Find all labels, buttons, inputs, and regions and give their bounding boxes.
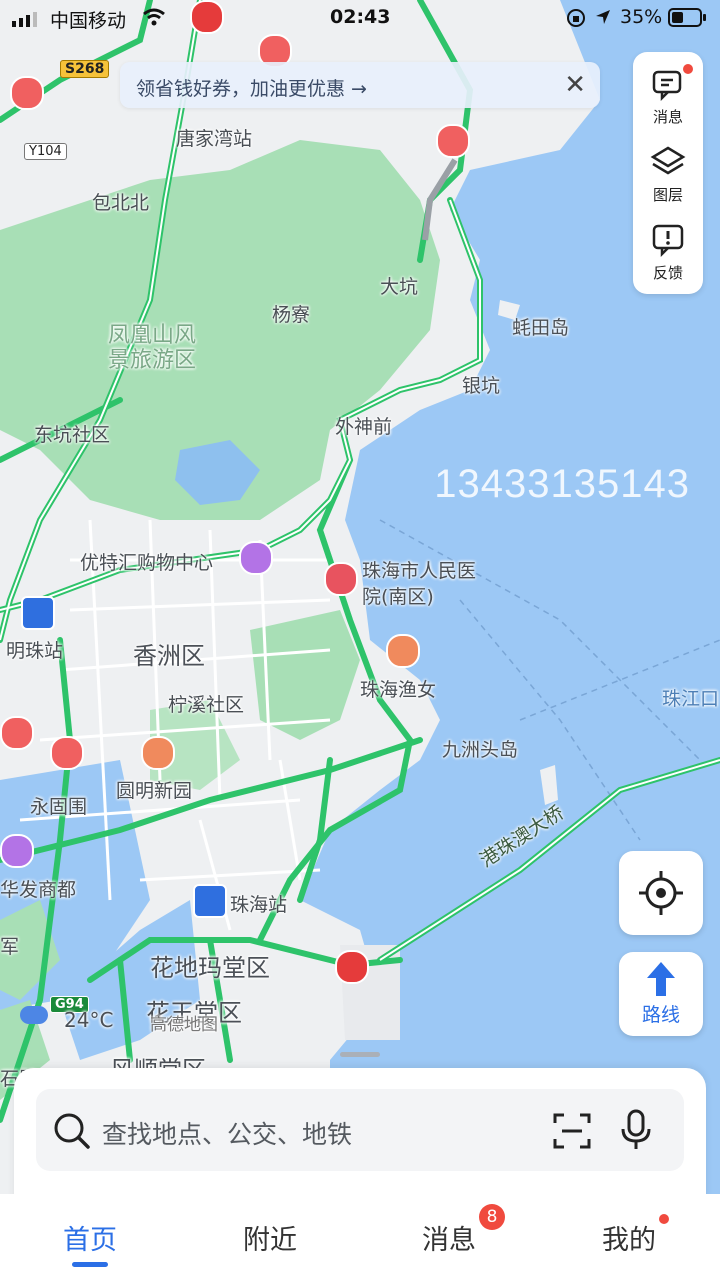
close-icon[interactable]: ✕ — [564, 70, 586, 100]
feedback-button[interactable]: 反馈 — [633, 214, 703, 292]
construction-icon[interactable] — [10, 76, 44, 110]
battery-percent: 35% — [620, 6, 663, 28]
label-jiuzhoutou: 九洲头岛 — [442, 739, 519, 761]
active-tab-indicator — [72, 1262, 108, 1267]
label-yonggu: 永固围 — [30, 796, 88, 818]
label-youtehui[interactable]: 优特汇购物中心 — [80, 548, 213, 575]
station-poi-icon[interactable] — [193, 884, 227, 918]
map-provider-logo: 高德地图 — [150, 1015, 218, 1035]
microphone-icon[interactable] — [618, 1109, 654, 1151]
signal-icon — [12, 10, 40, 32]
drag-handle[interactable] — [340, 1052, 380, 1057]
tab-home[interactable]: 首页 — [63, 1218, 117, 1257]
label-fenghuangshan[interactable]: 凤凰山风 景旅游区 — [108, 323, 196, 373]
messages-count-badge: 8 — [479, 1204, 505, 1230]
construction-icon[interactable] — [0, 716, 34, 750]
label-yangzhai: 杨寮 — [272, 304, 311, 326]
label-mingzhu-station[interactable]: 明珠站 — [6, 636, 63, 663]
label-zhujiangkou: 珠江口 — [662, 688, 720, 710]
battery-icon — [668, 8, 708, 33]
feedback-icon — [652, 224, 684, 258]
route-label: 路线 — [641, 1004, 680, 1026]
label-baobeibei: 包北北 — [92, 192, 150, 214]
search-placeholder: 查找地点、公交、地铁 — [102, 1120, 353, 1149]
messages-button[interactable]: 消息 — [633, 58, 703, 136]
locate-me-button[interactable] — [619, 851, 703, 935]
label-tangjiawan-station[interactable]: 唐家湾站 — [176, 124, 252, 151]
road-closed-icon[interactable] — [335, 950, 369, 984]
scenic-poi-icon[interactable] — [386, 634, 420, 668]
unread-dot — [683, 64, 693, 74]
promo-banner-text[interactable]: 领省钱好券，加油更优惠 → — [136, 74, 367, 101]
label-xiangzhou: 香洲区 — [133, 642, 205, 670]
crosshair-icon — [639, 871, 683, 915]
weather-temp[interactable]: 24°C — [64, 1008, 113, 1032]
route-button[interactable]: 路线 — [619, 952, 703, 1036]
label-dakeng: 大坑 — [380, 276, 419, 298]
label-yinkeng: 银坑 — [462, 375, 501, 397]
label-hospital[interactable]: 珠海市人民医 院(南区) — [362, 558, 476, 610]
feedback-label: 反馈 — [652, 264, 683, 282]
label-yuanming[interactable]: 圆明新园 — [116, 776, 192, 803]
hospital-poi-icon[interactable] — [324, 562, 358, 596]
tab-nearby[interactable]: 附近 — [243, 1218, 297, 1257]
label-huafa[interactable]: 华发商都 — [0, 875, 76, 902]
me-notification-dot — [659, 1214, 669, 1224]
construction-icon[interactable] — [436, 124, 470, 158]
road-badge-s268: S268 — [60, 60, 110, 78]
promo-banner[interactable]: 领省钱好券，加油更优惠 → ✕ — [120, 62, 600, 108]
shopping-poi-icon[interactable] — [239, 541, 273, 575]
rotation-lock-icon — [566, 8, 586, 33]
layers-button[interactable]: 图层 — [633, 136, 703, 214]
search-icon — [54, 1113, 90, 1149]
label-waishenqian: 外神前 — [335, 416, 393, 438]
tab-messages[interactable]: 消息 — [422, 1218, 476, 1257]
watermark-phone: 13433135143 — [434, 462, 690, 506]
construction-icon[interactable] — [50, 736, 84, 770]
bottom-tab-bar: 首页 附近 消息 我的 — [0, 1194, 720, 1280]
cloud-icon — [20, 1006, 48, 1024]
messages-label: 消息 — [652, 108, 683, 126]
label-ningxi: 柠溪社区 — [168, 694, 245, 716]
layers-icon — [650, 146, 686, 175]
road-badge-y104: Y104 — [24, 143, 67, 160]
label-zhuhai-station[interactable]: 珠海站 — [230, 890, 287, 917]
label-qitiandao: 蚝田岛 — [512, 317, 570, 339]
label-jun: 军 — [0, 936, 20, 958]
carrier-name: 中国移动 — [50, 10, 127, 32]
scan-icon[interactable] — [552, 1111, 592, 1151]
label-huadi-matang: 花地玛堂区 — [150, 954, 270, 982]
park-poi-icon[interactable] — [141, 736, 175, 770]
label-dongkeng: 东坑社区 — [34, 424, 111, 446]
location-arrow-icon — [594, 8, 612, 31]
search-input[interactable]: 查找地点、公交、地铁 — [36, 1089, 684, 1171]
route-arrow-icon — [647, 962, 675, 996]
label-zhuhai-yunv[interactable]: 珠海渔女 — [360, 675, 436, 702]
status-bar: 中国移动 02:43 35% — [0, 0, 720, 36]
layers-label: 图层 — [652, 186, 683, 204]
message-icon — [652, 70, 682, 102]
wifi-icon — [142, 8, 166, 31]
map-tools-panel: 消息 图层 反馈 — [633, 52, 703, 294]
station-poi-icon[interactable] — [21, 596, 55, 630]
mall-poi-icon[interactable] — [0, 834, 34, 868]
tab-me[interactable]: 我的 — [602, 1218, 656, 1257]
clock-time: 02:43 — [330, 6, 391, 28]
